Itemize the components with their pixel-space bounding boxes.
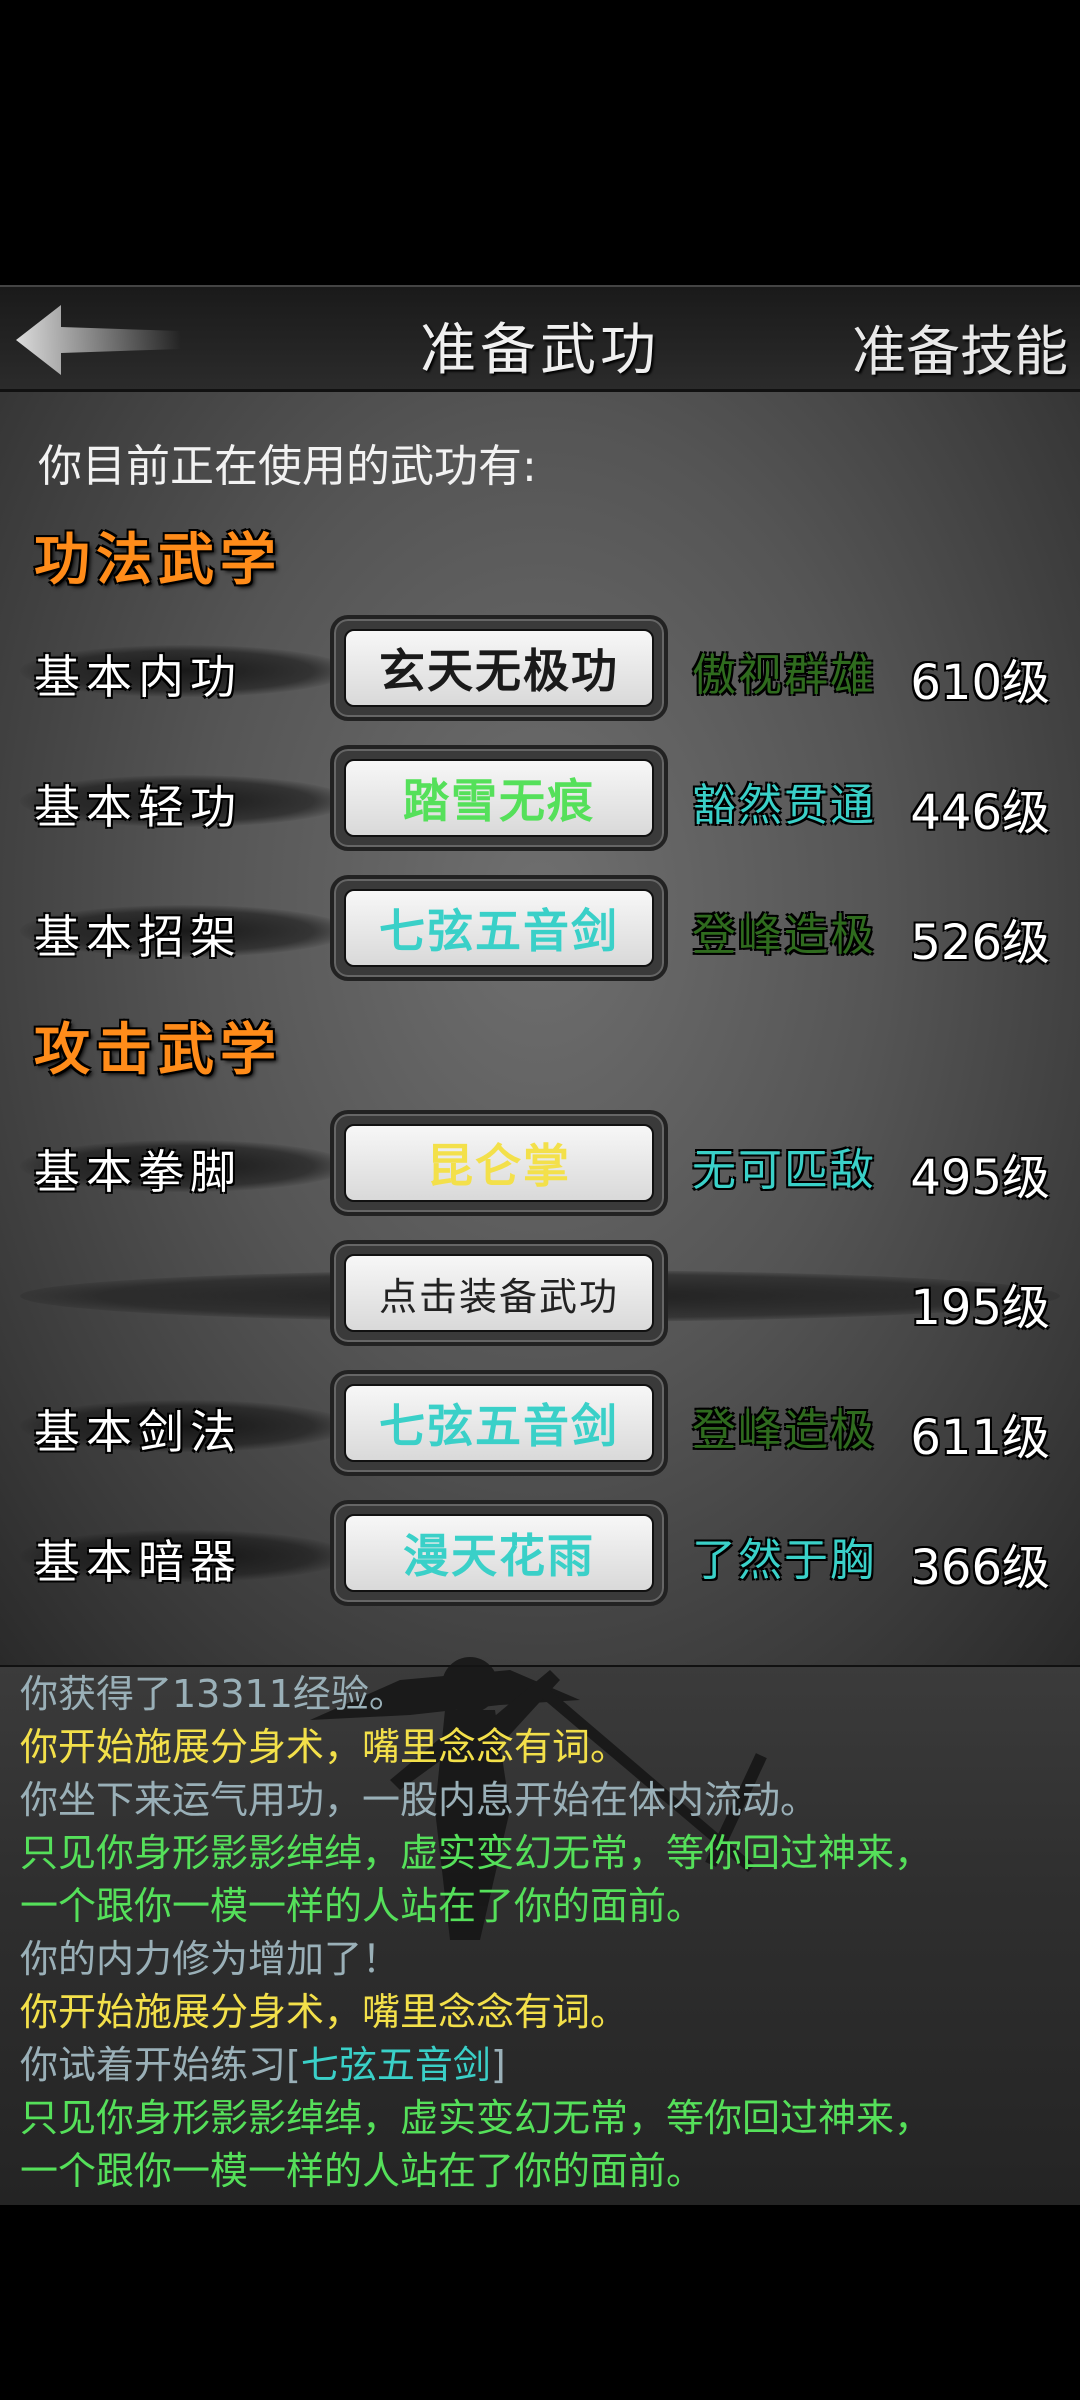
slot-label: 基本轻功 — [34, 780, 242, 834]
skill-rank: 登峰造极 — [692, 1405, 876, 1456]
skill-level: 611级 — [910, 1410, 1050, 1466]
equip-skill-button[interactable]: 七弦五音剑 — [330, 875, 668, 981]
skill-screen: 准备武功 准备技能 你目前正在使用的武功有: 功法武学基本内功 玄天无极功 傲视群雄… — [0, 285, 1080, 1665]
skill-slot-row: 点击装备武功 195级 — [0, 1240, 1080, 1350]
log-line: 只见你身形影影绰绰，虚实变幻无常，等你回过神来， — [20, 1831, 933, 1875]
log-line: 你坐下来运气用功，一股内息开始在体内流动。 — [20, 1778, 819, 1822]
equip-skill-button[interactable]: 玄天无极功 — [330, 615, 668, 721]
equip-skill-button[interactable]: 点击装备武功 — [330, 1240, 668, 1346]
skill-level: 366级 — [910, 1540, 1050, 1596]
skill-rank: 豁然贯通 — [692, 780, 876, 831]
equipped-skill-name: 踏雪无痕 — [344, 759, 654, 837]
skill-slot-row: 基本剑法 七弦五音剑 登峰造极 611级 — [0, 1370, 1080, 1480]
using-label: 你目前正在使用的武功有: — [38, 441, 537, 492]
skill-level: 495级 — [910, 1150, 1050, 1206]
skill-rank: 无可匹敌 — [692, 1145, 876, 1196]
section-title: 功法武学 — [34, 527, 282, 593]
log-line: 你的内力修为增加了！ — [20, 1937, 401, 1981]
skill-rank: 登峰造极 — [692, 910, 876, 961]
equip-skill-button[interactable]: 漫天花雨 — [330, 1500, 668, 1606]
equip-skill-button[interactable]: 七弦五音剑 — [330, 1370, 668, 1476]
skill-rank: 了然于胸 — [692, 1535, 876, 1586]
skill-level: 610级 — [910, 655, 1050, 711]
skill-level: 446级 — [910, 785, 1050, 841]
slot-label: 基本拳脚 — [34, 1145, 242, 1199]
log-skill-highlight: 七弦五音剑 — [300, 2043, 491, 2087]
skill-slot-row: 基本拳脚 昆仑掌 无可匹敌 495级 — [0, 1110, 1080, 1220]
equip-skill-button[interactable]: 昆仑掌 — [330, 1110, 668, 1216]
equipped-skill-name: 点击装备武功 — [344, 1254, 654, 1332]
skill-slot-row: 基本内功 玄天无极功 傲视群雄 610级 — [0, 615, 1080, 725]
skill-slot-row: 基本招架 七弦五音剑 登峰造极 526级 — [0, 875, 1080, 985]
log-line: 你试着开始练习[七弦五音剑] — [20, 2039, 1070, 2092]
section-title: 攻击武学 — [34, 1017, 282, 1083]
skill-slot-row: 基本暗器 漫天花雨 了然于胸 366级 — [0, 1500, 1080, 1610]
prepare-skills-tab[interactable]: 准备技能 — [852, 307, 1068, 386]
log-line: 你开始施展分身术，嘴里念念有词。 — [20, 1725, 629, 1769]
slot-label: 基本招架 — [34, 910, 242, 964]
skill-level: 195级 — [910, 1280, 1050, 1336]
equipped-skill-name: 七弦五音剑 — [344, 1384, 654, 1462]
slot-label: 基本暗器 — [34, 1535, 242, 1589]
log-text: 你试着开始练习[ — [20, 2043, 301, 2087]
slot-label: 基本内功 — [34, 650, 242, 704]
equipped-skill-name: 玄天无极功 — [344, 629, 654, 707]
top-bar-blank — [0, 0, 1080, 285]
message-log: 你获得了13311经验。 你开始施展分身术，嘴里念念有词。 你坐下来运气用功，一股内… — [20, 1668, 1070, 2198]
log-text: ] — [490, 2043, 506, 2087]
skill-slot-row: 基本轻功 踏雪无痕 豁然贯通 446级 — [0, 745, 1080, 855]
slot-label: 基本剑法 — [34, 1405, 242, 1459]
equipped-skill-name: 昆仑掌 — [344, 1124, 654, 1202]
equipped-skill-name: 七弦五音剑 — [344, 889, 654, 967]
log-line: 你获得了13311经验。 — [20, 1672, 407, 1716]
equip-skill-button[interactable]: 踏雪无痕 — [330, 745, 668, 851]
equipped-skill-name: 漫天花雨 — [344, 1514, 654, 1592]
log-line: 一个跟你一模一样的人站在了你的面前。 — [20, 1884, 705, 1928]
skill-rank: 傲视群雄 — [692, 650, 876, 701]
log-line: 一个跟你一模一样的人站在了你的面前。 — [20, 2149, 705, 2193]
bottom-blank — [0, 2205, 1080, 2400]
log-line: 只见你身形影影绰绰，虚实变幻无常，等你回过神来， — [20, 2096, 933, 2140]
header-bar: 准备武功 准备技能 — [0, 285, 1080, 392]
skill-level: 526级 — [910, 915, 1050, 971]
log-line: 你开始施展分身术，嘴里念念有词。 — [20, 1990, 629, 2034]
